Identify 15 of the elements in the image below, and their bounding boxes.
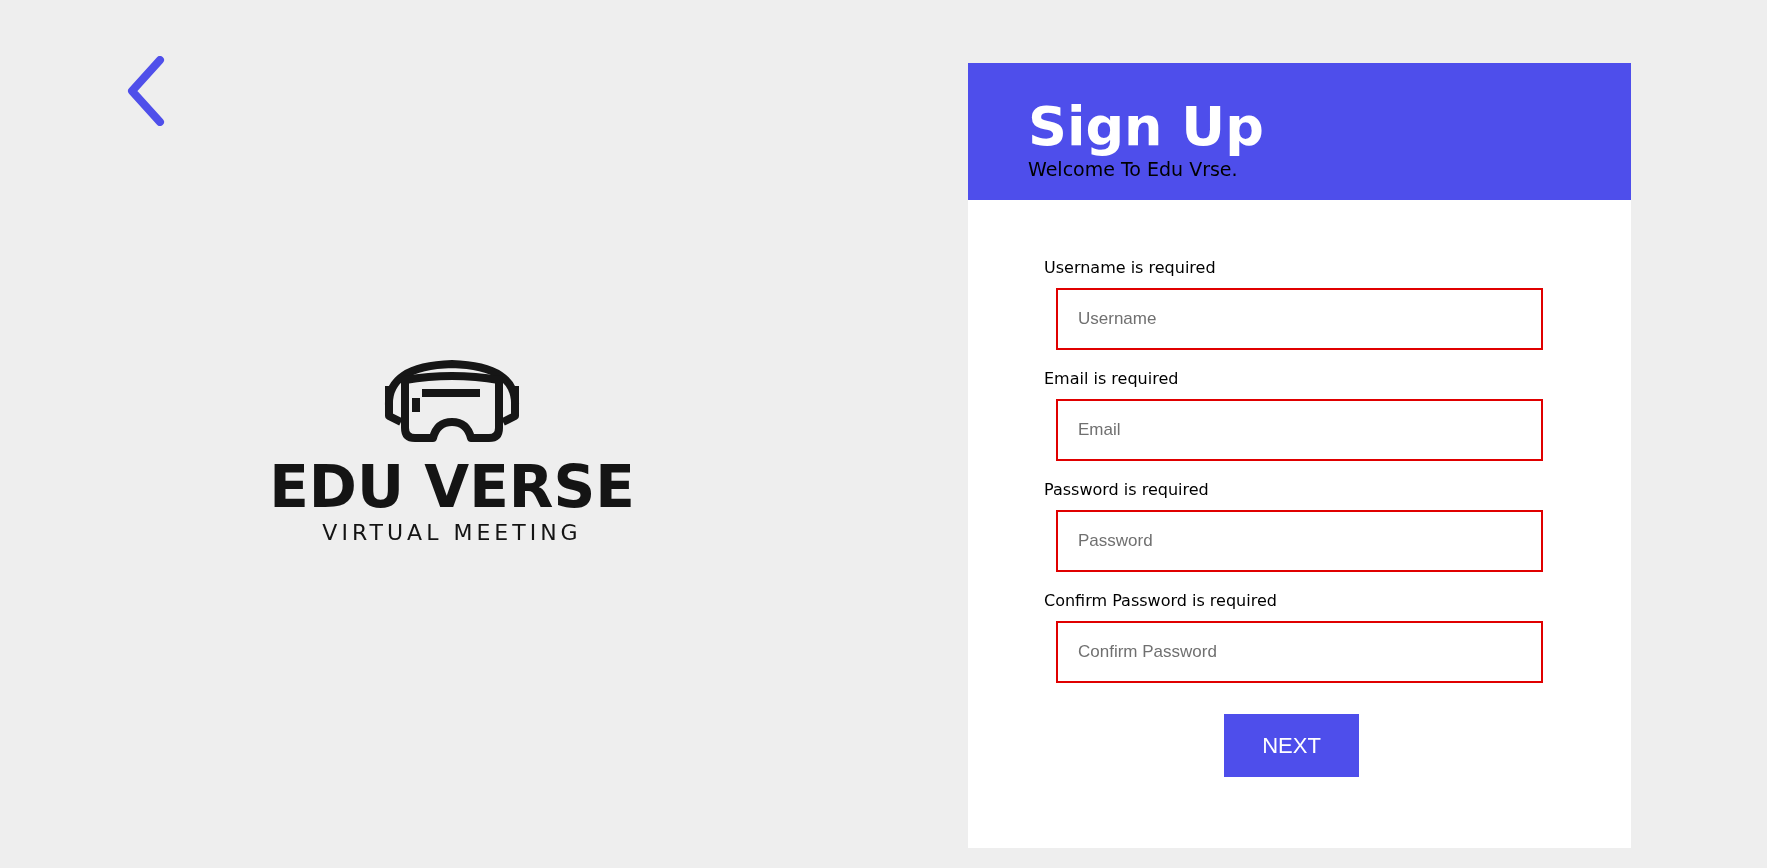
back-button[interactable]	[126, 56, 166, 126]
error-message: Username is required	[1044, 258, 1217, 278]
input-field[interactable]: Username	[1056, 288, 1543, 351]
error-message: Email is required	[1044, 369, 1180, 389]
form-title: Sign Up	[1028, 97, 1265, 157]
back-chevron-icon	[126, 56, 166, 126]
error-message: Password is required	[1044, 480, 1210, 500]
input-field[interactable]: Email	[1056, 399, 1543, 462]
logo-tagline: VIRTUAL MEETING	[322, 520, 582, 545]
error-message: Confirm Password is required	[1044, 591, 1278, 611]
input-field[interactable]: Password	[1056, 510, 1543, 573]
next-button[interactable]: NEXT	[1224, 714, 1359, 778]
logo-name: EDU VERSE	[269, 458, 635, 516]
input-field[interactable]: Confirm Password	[1056, 621, 1543, 684]
form-subtitle: Welcome To Edu Vrse.	[1028, 158, 1239, 181]
